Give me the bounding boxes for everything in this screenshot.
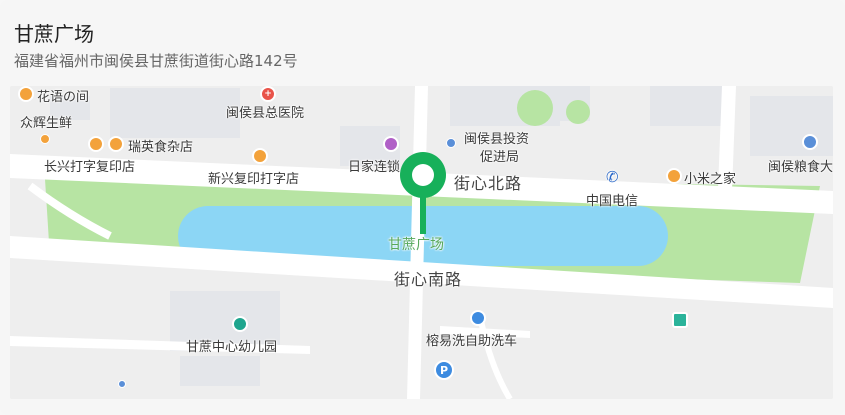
- area-label: 甘蔗广场: [388, 237, 444, 253]
- office-poi-icon[interactable]: [446, 138, 456, 148]
- restroom-poi-icon[interactable]: [672, 312, 688, 328]
- place-address: 福建省福州市闽侯县甘蔗街道街心路142号: [14, 52, 298, 70]
- office-poi-icon[interactable]: [802, 134, 818, 150]
- parking-icon[interactable]: P: [434, 360, 454, 380]
- car-wash-poi-icon[interactable]: [470, 310, 486, 326]
- poi-label-riyi[interactable]: 日家连锁: [348, 156, 400, 175]
- road-label-south: 街心南路: [394, 270, 463, 289]
- poi-label-hospital[interactable]: 闽侯县总医院: [226, 102, 304, 121]
- place-card: 甘蔗广场 福建省福州市闽侯县甘蔗街道街心路142号 甘蔗广场 街心北路 街心南路…: [0, 0, 845, 415]
- grocery-poi-icon[interactable]: [108, 136, 124, 152]
- small-poi-dot: [118, 380, 126, 388]
- shop-poi-icon[interactable]: [18, 86, 34, 102]
- poi-label-ruiying[interactable]: 瑞英食杂店: [128, 136, 193, 155]
- poi-label-touzi-line2[interactable]: 促进局: [480, 146, 519, 165]
- road-label-north: 街心北路: [454, 174, 523, 193]
- shop-poi-icon[interactable]: [383, 136, 399, 152]
- location-pin-stem: [420, 194, 426, 234]
- poi-label-kindergarten[interactable]: 甘蔗中心幼儿园: [186, 336, 277, 355]
- poi-label-grain[interactable]: 闽侯粮食大: [768, 156, 833, 175]
- shop-poi-icon[interactable]: [666, 168, 682, 184]
- telecom-poi-icon[interactable]: ✆: [606, 168, 619, 186]
- copy-shop-poi-icon[interactable]: [88, 136, 104, 152]
- location-pin-icon[interactable]: [400, 152, 446, 198]
- poi-label-xiaomi[interactable]: 小米之家: [684, 168, 736, 187]
- poi-label-xinxing[interactable]: 新兴复印打字店: [208, 168, 299, 187]
- place-name: 甘蔗广场: [14, 22, 94, 46]
- poi-label-touzi-line1[interactable]: 闽侯县投资: [464, 128, 529, 147]
- poi-label-telecom[interactable]: 中国电信: [586, 190, 638, 209]
- map-view[interactable]: 甘蔗广场 街心北路 街心南路 花语の间 众辉生鲜 + 闽侯县总医院 日家连锁 闽…: [10, 86, 833, 399]
- school-poi-icon[interactable]: [232, 316, 248, 332]
- poi-label-zhonghui[interactable]: 众辉生鲜: [20, 112, 72, 131]
- copy-shop-poi-icon[interactable]: [252, 148, 268, 164]
- poi-label-carwash[interactable]: 榕易洗自助洗车: [426, 330, 517, 349]
- poi-label-changxing[interactable]: 长兴打字复印店: [44, 156, 135, 175]
- poi-label-huayu[interactable]: 花语の间: [37, 86, 89, 105]
- hospital-poi-icon[interactable]: +: [260, 86, 276, 102]
- shop-poi-icon[interactable]: [40, 134, 50, 144]
